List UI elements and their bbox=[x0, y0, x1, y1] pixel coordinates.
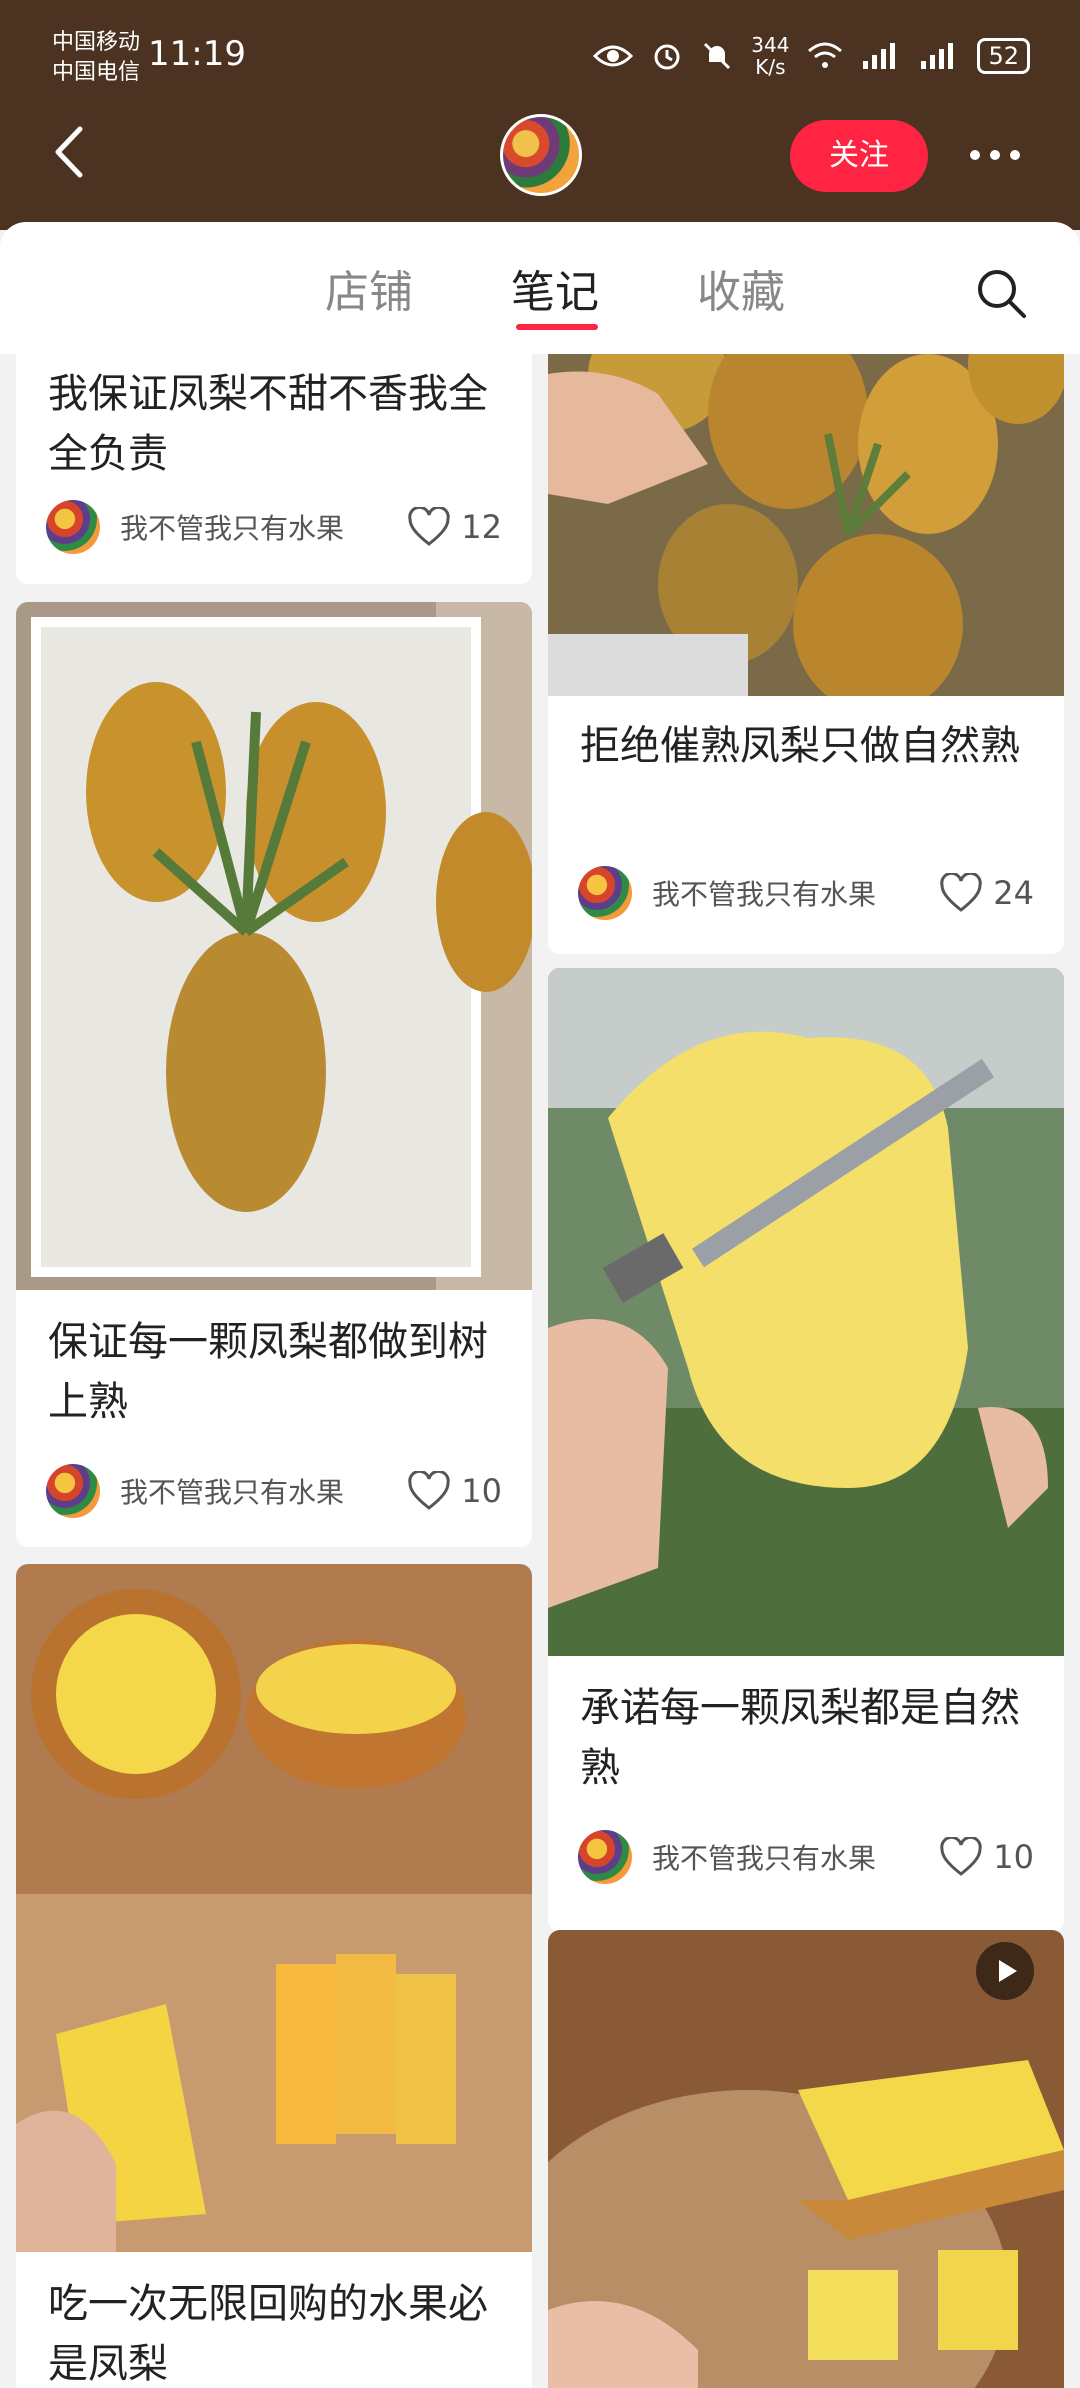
note-meta: 我不管我只有水果 24 bbox=[578, 864, 1034, 922]
heart-icon bbox=[940, 1837, 982, 1876]
author-avatar[interactable] bbox=[46, 1464, 100, 1518]
mute-bell-icon bbox=[704, 42, 731, 70]
cut-pineapple-image bbox=[16, 1564, 532, 2252]
author-avatar[interactable] bbox=[578, 1830, 632, 1884]
battery-indicator: 52 bbox=[977, 38, 1030, 74]
note-card[interactable]: 承诺每一颗凤梨都是自然熟 我不管我只有水果 10 bbox=[548, 968, 1064, 1932]
pineapple-pile-image bbox=[548, 354, 1064, 696]
note-card[interactable] bbox=[548, 1930, 1064, 2388]
heart-icon bbox=[408, 1471, 450, 1510]
like-count: 10 bbox=[461, 1472, 502, 1510]
speed-value: 344 bbox=[751, 33, 790, 57]
note-image[interactable] bbox=[548, 968, 1064, 1656]
like-count: 24 bbox=[993, 874, 1034, 912]
carrier-1: 中国移动 bbox=[52, 30, 141, 55]
note-card[interactable]: 吃一次无限回购的水果必是凤梨 bbox=[16, 1564, 532, 2388]
note-title: 保证每一颗凤梨都做到树上熟 bbox=[48, 1319, 488, 1425]
eye-icon bbox=[593, 45, 634, 67]
signal-icon-2 bbox=[921, 43, 954, 69]
pineapple-box-image bbox=[16, 602, 532, 1290]
like-button[interactable]: 12 bbox=[407, 507, 502, 547]
clock: 11:19 bbox=[148, 34, 246, 74]
heart-icon bbox=[408, 507, 450, 546]
author-avatar[interactable] bbox=[46, 500, 100, 554]
note-title: 拒绝催熟凤梨只做自然熟 bbox=[580, 723, 1020, 769]
status-bar: 中国移动 中国电信 11:19 344 K/s 52 bbox=[52, 28, 1030, 88]
note-title: 承诺每一颗凤梨都是自然熟 bbox=[580, 1685, 1020, 1791]
like-count: 12 bbox=[461, 508, 502, 546]
note-meta: 我不管我只有水果 12 bbox=[46, 498, 502, 556]
like-count: 10 bbox=[993, 1838, 1034, 1876]
more-options-icon[interactable] bbox=[970, 140, 1030, 170]
author-name[interactable]: 我不管我只有水果 bbox=[120, 507, 407, 547]
tab-shop[interactable]: 店铺 bbox=[325, 256, 413, 320]
like-button[interactable]: 10 bbox=[407, 1471, 502, 1511]
video-play-icon[interactable] bbox=[976, 1942, 1034, 2000]
notes-feed[interactable]: 我保证凤梨不甜不香我全全负责 我不管我只有水果 12 保证每一颗凤梨都做到树上熟… bbox=[0, 354, 1080, 2388]
pineapple-knife-image bbox=[548, 968, 1064, 1656]
tab-notes[interactable]: 笔记 bbox=[511, 256, 599, 320]
search-icon[interactable] bbox=[974, 266, 1028, 320]
like-button[interactable]: 24 bbox=[939, 873, 1034, 913]
note-image[interactable] bbox=[16, 602, 532, 1290]
shop-avatar[interactable] bbox=[500, 114, 582, 196]
active-tab-indicator bbox=[516, 324, 598, 330]
author-avatar[interactable] bbox=[578, 866, 632, 920]
signal-icon bbox=[863, 43, 896, 69]
like-button[interactable]: 10 bbox=[939, 1837, 1034, 1877]
tab-bar: 店铺 笔记 收藏 bbox=[0, 222, 1080, 354]
wifi-icon bbox=[808, 42, 843, 68]
top-bar: 中国移动 中国电信 11:19 344 K/s 52 关注 bbox=[0, 0, 1080, 230]
network-speed: 344 K/s bbox=[751, 34, 789, 78]
note-title: 我保证凤梨不甜不香我全全负责 bbox=[48, 371, 488, 477]
alarm-icon bbox=[654, 44, 680, 70]
back-arrow-icon[interactable] bbox=[52, 125, 86, 179]
follow-button[interactable]: 关注 bbox=[790, 120, 928, 192]
author-name[interactable]: 我不管我只有水果 bbox=[652, 1837, 939, 1877]
note-card[interactable]: 我保证凤梨不甜不香我全全负责 我不管我只有水果 12 bbox=[16, 354, 532, 584]
carrier-2: 中国电信 bbox=[52, 60, 141, 85]
note-meta: 我不管我只有水果 10 bbox=[46, 1462, 502, 1520]
note-card[interactable]: 保证每一颗凤梨都做到树上熟 我不管我只有水果 10 bbox=[16, 602, 532, 1547]
heart-icon bbox=[940, 873, 982, 912]
status-icons: 344 K/s 52 bbox=[593, 34, 1030, 78]
tab-favorites[interactable]: 收藏 bbox=[697, 256, 785, 320]
note-meta: 我不管我只有水果 10 bbox=[578, 1828, 1034, 1886]
author-name[interactable]: 我不管我只有水果 bbox=[120, 1471, 407, 1511]
author-name[interactable]: 我不管我只有水果 bbox=[652, 873, 939, 913]
note-title: 吃一次无限回购的水果必是凤梨 bbox=[48, 2281, 488, 2387]
note-card[interactable]: 拒绝催熟凤梨只做自然熟 我不管我只有水果 24 bbox=[548, 354, 1064, 954]
carrier-labels: 中国移动 中国电信 bbox=[52, 28, 140, 88]
note-image[interactable] bbox=[548, 354, 1064, 696]
speed-unit: K/s bbox=[755, 55, 786, 79]
note-image[interactable] bbox=[16, 1564, 532, 2252]
